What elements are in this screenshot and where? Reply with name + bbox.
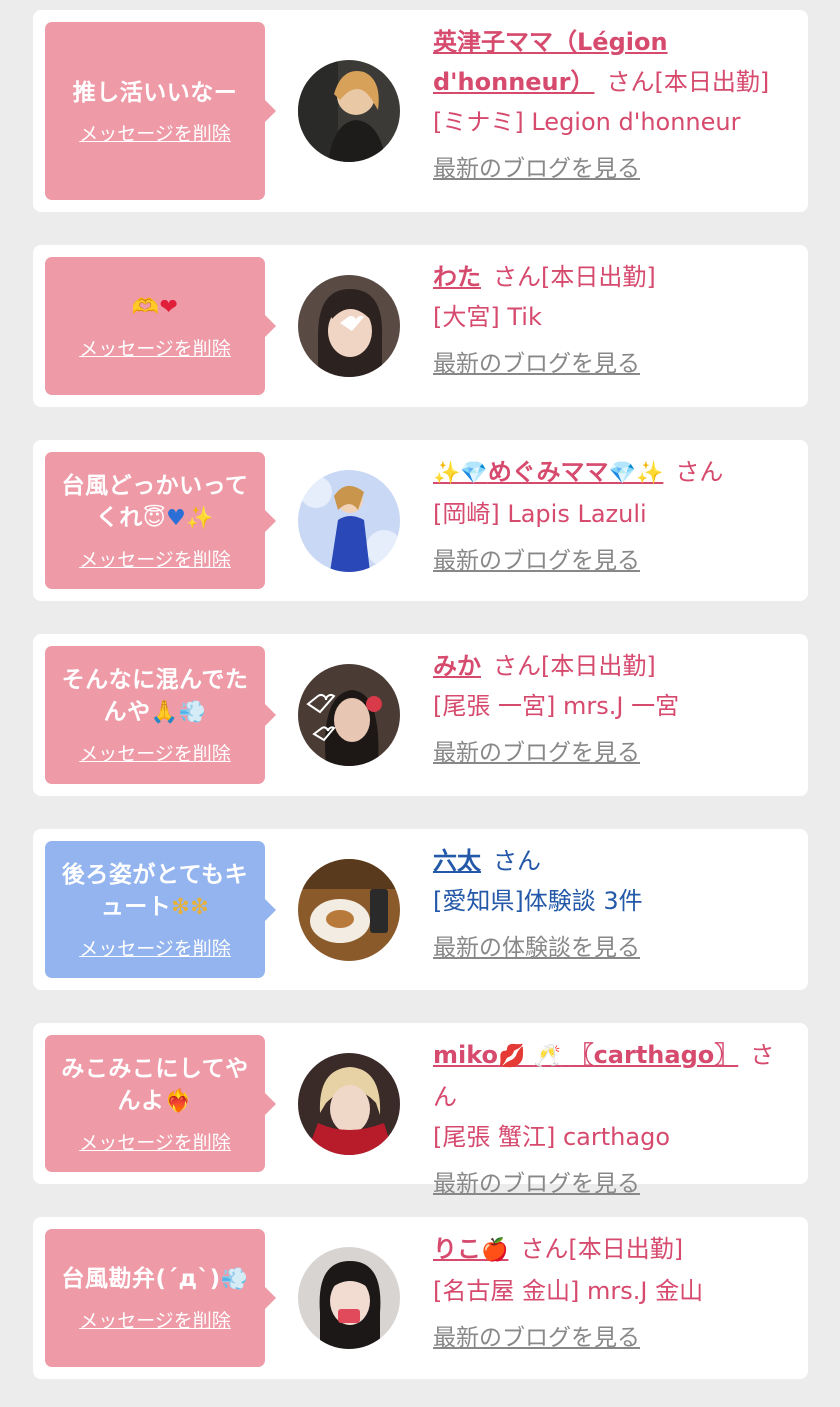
sender-suffix: さん[本日出勤] — [606, 68, 770, 96]
gem-icon: 💎 — [608, 461, 636, 486]
delete-message-link[interactable]: メッセージを削除 — [79, 934, 231, 961]
blue-heart-icon: ♥ — [166, 505, 187, 531]
avatar[interactable] — [298, 470, 400, 572]
shop-label: [愛知県]体験談 3件 — [433, 887, 643, 915]
avatar[interactable] — [298, 275, 400, 377]
sender-suffix: さん[本日出勤] — [493, 263, 656, 291]
champagne-icon: 🥂 — [533, 1044, 562, 1069]
sender-name-link[interactable]: みか — [433, 652, 481, 680]
lips-icon: 💋 — [498, 1044, 526, 1069]
message-text: 後ろ姿がとてもキ ュート❇❇ — [61, 861, 249, 920]
message-card: 推し活いいなー メッセージを削除 英津子ママ（Légion d'honneur）… — [33, 10, 808, 212]
shop-label: [岡崎] Lapis Lazuli — [433, 500, 647, 528]
sender-name-link[interactable]: りこ🍎 — [433, 1235, 508, 1263]
sender-info: miko💋 🥂 〖carthago〗 さん [尾張 蟹江] carthago 最新… — [433, 1035, 793, 1199]
message-text: そんなに混んでた んや🙏💨 — [61, 667, 249, 725]
latest-blog-link[interactable]: 最新のブログを見る — [433, 546, 793, 576]
shop-label: [名古屋 金山] mrs.J 金山 — [433, 1277, 704, 1305]
avatar[interactable] — [298, 1247, 400, 1349]
delete-message-link[interactable]: メッセージを削除 — [79, 739, 231, 766]
latest-blog-link[interactable]: 最新のブログを見る — [433, 738, 793, 768]
sender-name-link[interactable]: 六太 — [433, 847, 481, 875]
message-bubble: 後ろ姿がとてもキ ュート❇❇ メッセージを削除 — [45, 841, 276, 978]
message-card: 後ろ姿がとてもキ ュート❇❇ メッセージを削除 六太 さん [愛知県]体験談 3件… — [33, 829, 808, 990]
message-bubble: そんなに混んでた んや🙏💨 メッセージを削除 — [45, 646, 276, 784]
shop-label: [尾張 蟹江] carthago — [433, 1123, 670, 1151]
latest-review-link[interactable]: 最新の体験談を見る — [433, 933, 793, 963]
message-card: 台風どっかいって くれ😇♥✨ メッセージを削除 ✨💎めぐみママ💎✨ さん [岡崎]… — [33, 440, 808, 601]
sender-info: 英津子ママ（Légion d'honneur） さん[本日出勤] [ミナミ] Le… — [433, 22, 793, 184]
shop-label: [ミナミ] Legion d'honneur — [433, 108, 741, 136]
message-bubble: 台風勘弁(´д`)💨 メッセージを削除 — [45, 1229, 276, 1367]
sender-suffix: さん — [675, 458, 724, 486]
sender-suffix: さん — [493, 847, 541, 875]
message-text: 台風勘弁(´д`)💨 — [61, 1266, 249, 1292]
heart-fire-icon: ❤‍🔥 — [164, 1088, 193, 1114]
message-bubble: みこみこにしてや んよ❤‍🔥 メッセージを削除 — [45, 1035, 276, 1172]
latest-blog-link[interactable]: 最新のブログを見る — [433, 154, 793, 184]
halo-smile-icon: 😇 — [142, 505, 167, 531]
sparkles-icon: ✨ — [433, 461, 461, 486]
sparkle-icon: ❇ — [190, 894, 210, 920]
sender-suffix: さん[本日出勤] — [493, 652, 656, 680]
message-card: 🫶❤ メッセージを削除 わた さん[本日出勤] [大宮] Tik 最新のブログを見… — [33, 245, 808, 407]
sender-suffix: さん[本日出勤] — [520, 1235, 684, 1263]
message-bubble: 台風どっかいって くれ😇♥✨ メッセージを削除 — [45, 452, 276, 589]
red-heart-icon: ❤ — [159, 295, 179, 320]
pray-icon: 🙏 — [150, 700, 179, 725]
sender-name-link[interactable]: わた — [433, 263, 481, 291]
hands-heart-icon: 🫶 — [131, 295, 160, 320]
delete-message-link[interactable]: メッセージを削除 — [79, 1306, 231, 1333]
sender-info: 六太 さん [愛知県]体験談 3件 最新の体験談を見る — [433, 841, 793, 963]
sender-name-link[interactable]: ✨💎めぐみママ💎✨ — [433, 458, 663, 486]
latest-blog-link[interactable]: 最新のブログを見る — [433, 1323, 793, 1353]
latest-blog-link[interactable]: 最新のブログを見る — [433, 1169, 793, 1199]
shop-label: [尾張 一宮] mrs.J 一宮 — [433, 692, 680, 720]
avatar[interactable] — [298, 1053, 400, 1155]
sender-info: ✨💎めぐみママ💎✨ さん [岡崎] Lapis Lazuli 最新のブログを見る — [433, 452, 793, 576]
delete-message-link[interactable]: メッセージを削除 — [79, 334, 231, 361]
swirl-icon: 💨 — [178, 700, 207, 725]
delete-message-link[interactable]: メッセージを削除 — [79, 1128, 231, 1155]
message-text: みこみこにしてや んよ❤‍🔥 — [61, 1055, 249, 1114]
apple-icon: 🍎 — [481, 1238, 509, 1263]
message-card: 台風勘弁(´д`)💨 メッセージを削除 りこ🍎 さん[本日出勤] [名古屋 金山]… — [33, 1217, 808, 1379]
delete-message-link[interactable]: メッセージを削除 — [79, 119, 231, 146]
sender-info: わた さん[本日出勤] [大宮] Tik 最新のブログを見る — [433, 257, 793, 379]
sender-name-link[interactable]: miko💋 🥂 〖carthago〗 — [433, 1041, 738, 1069]
message-bubble: 🫶❤ メッセージを削除 — [45, 257, 276, 395]
sparkles-icon: ✨ — [635, 461, 664, 486]
latest-blog-link[interactable]: 最新のブログを見る — [433, 349, 793, 379]
sparkles-icon: ✨ — [186, 505, 215, 531]
swirl-icon: 💨 — [220, 1267, 249, 1292]
message-list: 推し活いいなー メッセージを削除 英津子ママ（Légion d'honneur）… — [0, 0, 840, 1407]
sender-info: りこ🍎 さん[本日出勤] [名古屋 金山] mrs.J 金山 最新のブログを見る — [433, 1229, 793, 1353]
avatar[interactable] — [298, 859, 400, 961]
gem-icon: 💎 — [460, 461, 488, 486]
message-text: 台風どっかいって くれ😇♥✨ — [61, 472, 249, 531]
avatar[interactable] — [298, 60, 400, 162]
message-text: 🫶❤ — [132, 291, 179, 324]
delete-message-link[interactable]: メッセージを削除 — [79, 545, 231, 572]
shop-label: [大宮] Tik — [433, 303, 542, 331]
message-text: 推し活いいなー — [72, 79, 238, 106]
message-card: みこみこにしてや んよ❤‍🔥 メッセージを削除 miko💋 🥂 〖carthag… — [33, 1023, 808, 1197]
message-card: そんなに混んでた んや🙏💨 メッセージを削除 みか さん[本日出勤] [尾張 一宮… — [33, 634, 808, 796]
sparkle-icon: ❇ — [171, 894, 191, 920]
avatar[interactable] — [298, 664, 400, 766]
sender-info: みか さん[本日出勤] [尾張 一宮] mrs.J 一宮 最新のブログを見る — [433, 646, 793, 768]
message-bubble: 推し活いいなー メッセージを削除 — [45, 22, 276, 200]
